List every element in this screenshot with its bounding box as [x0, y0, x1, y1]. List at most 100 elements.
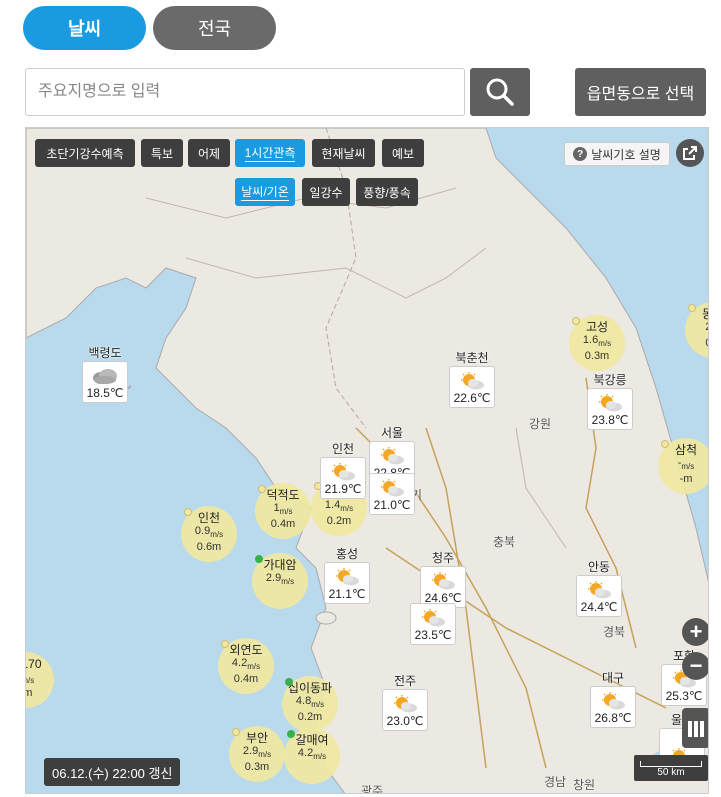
station-marker-dot [572, 317, 580, 325]
btn-hourly-obs[interactable]: 1시간관측 [235, 139, 305, 167]
station-name: 서울 [380, 426, 404, 440]
wind-speed: 1.6m/s [582, 334, 612, 349]
partly-cloudy-icon [381, 479, 404, 497]
station-marker-dot [688, 304, 696, 312]
weather-station[interactable]: 대구 26.8℃ [590, 669, 636, 728]
layers-button[interactable] [682, 708, 708, 748]
wind-station[interactable]: 덕적도 1m/s 0.4m [255, 483, 311, 539]
station-card: 21.0℃ [369, 473, 415, 515]
wave-height: -m [679, 473, 693, 486]
station-card: 18.5℃ [82, 361, 128, 403]
station-name: 청주 [431, 551, 455, 565]
weather-station[interactable]: 홍성 21.1℃ [324, 545, 370, 604]
weather-station[interactable]: 백령도 18.5℃ [82, 344, 128, 403]
wind-speed: -m/s [677, 457, 695, 472]
zoom-in-button[interactable]: + [682, 618, 708, 646]
map-scale: 50 km [634, 755, 708, 781]
station-marker-dot [285, 678, 293, 686]
station-name: 인천 [331, 442, 355, 456]
wind-station[interactable]: 고성 1.6m/s 0.3m [569, 315, 625, 371]
search-button[interactable] [470, 68, 530, 116]
station-card: 22.6℃ [449, 366, 495, 408]
station-marker-dot [255, 555, 263, 563]
btn-nowcast-rain[interactable]: 초단기강수예측 [35, 139, 135, 167]
layers-icon [688, 721, 704, 737]
wind-station[interactable]: 부안 2.9m/s 0.3m [229, 726, 285, 782]
help-button[interactable]: ? 날씨기호 설명 [564, 142, 670, 166]
btn-warning[interactable]: 특보 [141, 139, 183, 167]
wave-height: -m [26, 687, 54, 700]
wind-station[interactable]: 동해2.50.2 [685, 302, 708, 358]
station-temp: 18.5℃ [86, 386, 124, 400]
wave-height: 0.4m [270, 518, 296, 531]
wind-speed: 1m/s [273, 502, 293, 517]
station-name: 백령도 [88, 346, 122, 360]
partly-cloudy-icon [422, 609, 445, 627]
search-input[interactable] [25, 68, 465, 116]
help-label: 날씨기호 설명 [591, 147, 661, 162]
wind-speed: 4.8m/s [295, 695, 325, 710]
weather-station[interactable]: 북강릉 23.8℃ [587, 371, 633, 430]
station-marker-dot [258, 485, 266, 493]
wind-station[interactable]: 외연도 4.2m/s 0.4m [218, 638, 274, 694]
weather-station[interactable]: 안동 24.4℃ [576, 558, 622, 617]
weather-station[interactable]: 청주 24.6℃ [420, 549, 466, 608]
station-temp: 21.0℃ [373, 498, 411, 512]
station-temp: 22.6℃ [453, 391, 491, 405]
wind-speed: 2.9m/s [265, 572, 295, 587]
wind-speed: 2.9m/s [242, 745, 272, 760]
station-card: 26.8℃ [590, 686, 636, 728]
cloudy-icon [93, 369, 117, 384]
station-card: 23.0℃ [382, 689, 428, 731]
region-select-button[interactable]: 읍면동으로 선택 [575, 68, 706, 116]
weather-station[interactable]: 23.5℃ [410, 603, 456, 645]
weather-station[interactable]: 전주 23.0℃ [382, 672, 428, 731]
partly-cloudy-icon [602, 692, 625, 710]
btn-daily-rain[interactable]: 일강수 [302, 178, 350, 206]
btn-wind[interactable]: 풍향/풍속 [356, 178, 418, 206]
wind-station[interactable]: 갈매여 4.2m/s [284, 728, 340, 784]
btn-forecast[interactable]: 예보 [382, 139, 424, 167]
station-name: 홍성 [335, 547, 359, 561]
weather-station[interactable]: 인천 21.9℃ [320, 440, 366, 499]
station-temp: 25.3℃ [665, 689, 703, 703]
partly-cloudy-icon [588, 581, 611, 599]
search-row: 읍면동으로 선택 [25, 68, 706, 118]
partly-cloudy-icon [336, 568, 359, 586]
scale-label: 50 km [657, 767, 685, 778]
weather-station[interactable]: 21.0℃ [369, 473, 415, 515]
update-timestamp: 06.12.(수) 22:00 갱신 [44, 758, 181, 786]
btn-weather-temp[interactable]: 날씨/기온 [235, 178, 295, 206]
tab-nationwide[interactable]: 전국 [153, 6, 276, 50]
wind-station[interactable]: 해170 -m/s-m [26, 652, 54, 708]
zoom-out-button[interactable]: − [682, 652, 708, 680]
wind-speed: 2.5 [685, 321, 708, 337]
wind-station[interactable]: 인천 0.9m/s 0.6m [181, 506, 237, 562]
search-icon [486, 78, 514, 106]
station-marker-dot [287, 730, 295, 738]
partly-cloudy-icon [381, 447, 404, 465]
wind-station[interactable]: 가대암 2.9m/s [252, 553, 308, 609]
region-label-gyeongbuk: 경북 [603, 625, 626, 639]
btn-yesterday[interactable]: 어제 [188, 139, 230, 167]
station-name: 전주 [393, 674, 417, 688]
btn-current-weather[interactable]: 현재날씨 [312, 139, 375, 167]
station-name: 대구 [601, 671, 625, 685]
station-temp: 24.4℃ [580, 600, 618, 614]
wind-speed: 4.2m/s [297, 747, 327, 762]
wind-station[interactable]: 십이동파 4.8m/s 0.2m [282, 676, 338, 732]
station-temp: 26.8℃ [594, 711, 632, 725]
wave-height: 0.2m [297, 711, 323, 724]
region-label-gangwon: 강원 [529, 417, 552, 431]
station-card: 21.9℃ [320, 457, 366, 499]
external-link-button[interactable] [676, 139, 704, 167]
station-temp: 21.9℃ [324, 482, 362, 496]
wind-station[interactable]: 삼척 -m/s -m [658, 438, 708, 494]
weather-station[interactable]: 북춘천 22.6℃ [449, 349, 495, 408]
weather-map[interactable]: 강원 경기 충북 경북 경남 창원 광주 초단기강수예측 특보 어제 1시간관측… [25, 127, 709, 794]
tab-weather[interactable]: 날씨 [23, 6, 146, 50]
station-temp: 23.8℃ [591, 413, 629, 427]
zoom-in-icon: + [689, 619, 703, 644]
station-temp: 23.0℃ [386, 714, 424, 728]
region-label-gyeongnam: 경남 [544, 775, 567, 789]
